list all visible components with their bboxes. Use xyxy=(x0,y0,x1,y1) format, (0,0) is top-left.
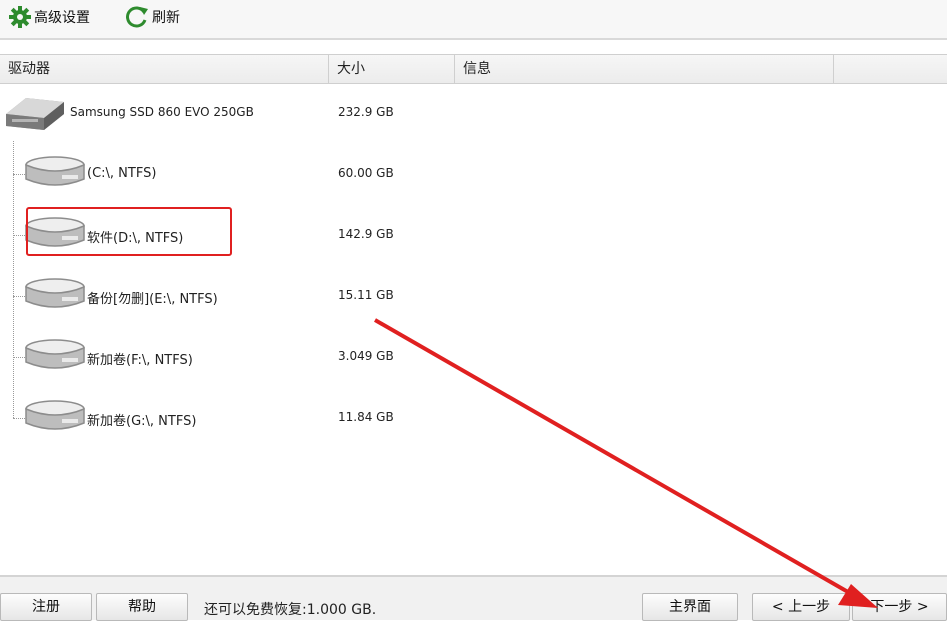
register-button[interactable]: 注册 xyxy=(0,593,92,621)
drive-tree: Samsung SSD 860 EVO 250GB 232.9 GB (C:\,… xyxy=(0,83,947,573)
refresh-button[interactable]: 刷新 xyxy=(124,6,180,28)
main-menu-button[interactable]: 主界面 xyxy=(642,593,738,621)
next-step-button[interactable]: 下一步 > xyxy=(852,593,947,621)
partition-row-e[interactable]: 备份[勿删](E:\, NTFS) 15.11 GB xyxy=(0,271,947,321)
partition-size: 142.9 GB xyxy=(338,227,394,241)
gear-icon xyxy=(9,6,31,28)
refresh-label: 刷新 xyxy=(152,10,180,26)
free-recovery-status: 还可以免费恢复:1.000 GB. xyxy=(204,602,377,618)
column-header-drive[interactable]: 驱动器 xyxy=(0,55,329,83)
partition-icon xyxy=(25,278,85,308)
partition-name: 新加卷(F:\, NTFS) xyxy=(87,353,193,368)
partition-icon xyxy=(25,400,85,430)
partition-name: 备份[勿删](E:\, NTFS) xyxy=(87,292,218,307)
partition-icon xyxy=(25,339,85,369)
disk-row[interactable]: Samsung SSD 860 EVO 250GB 232.9 GB xyxy=(0,88,947,138)
disk-name: Samsung SSD 860 EVO 250GB xyxy=(70,105,254,119)
partition-size: 11.84 GB xyxy=(338,410,394,424)
selection-highlight-box xyxy=(26,207,232,256)
help-button[interactable]: 帮助 xyxy=(96,593,188,621)
previous-step-button[interactable]: < 上一步 xyxy=(752,593,850,621)
toolbar: 高级设置 刷新 xyxy=(0,0,947,40)
hard-drive-icon xyxy=(6,98,64,130)
advanced-settings-label: 高级设置 xyxy=(34,10,90,26)
footer-bar: 注册 帮助 还可以免费恢复:1.000 GB. 主界面 < 上一步 下一步 > xyxy=(0,575,947,621)
partition-size: 3.049 GB xyxy=(338,349,394,363)
partition-icon xyxy=(25,156,85,186)
partition-row-c[interactable]: (C:\, NTFS) 60.00 GB xyxy=(0,149,947,199)
partition-name: (C:\, NTFS) xyxy=(87,166,157,181)
column-header-row: 驱动器 大小 信息 xyxy=(0,54,947,84)
column-header-size[interactable]: 大小 xyxy=(329,55,455,83)
partition-row-g[interactable]: 新加卷(G:\, NTFS) 11.84 GB xyxy=(0,393,947,443)
column-header-info[interactable]: 信息 xyxy=(455,55,834,83)
disk-size: 232.9 GB xyxy=(338,105,394,119)
partition-name: 新加卷(G:\, NTFS) xyxy=(87,414,197,429)
partition-size: 15.11 GB xyxy=(338,288,394,302)
partition-size: 60.00 GB xyxy=(338,166,394,180)
partition-row-f[interactable]: 新加卷(F:\, NTFS) 3.049 GB xyxy=(0,332,947,382)
refresh-icon xyxy=(126,6,148,28)
advanced-settings-button[interactable]: 高级设置 xyxy=(8,6,90,28)
